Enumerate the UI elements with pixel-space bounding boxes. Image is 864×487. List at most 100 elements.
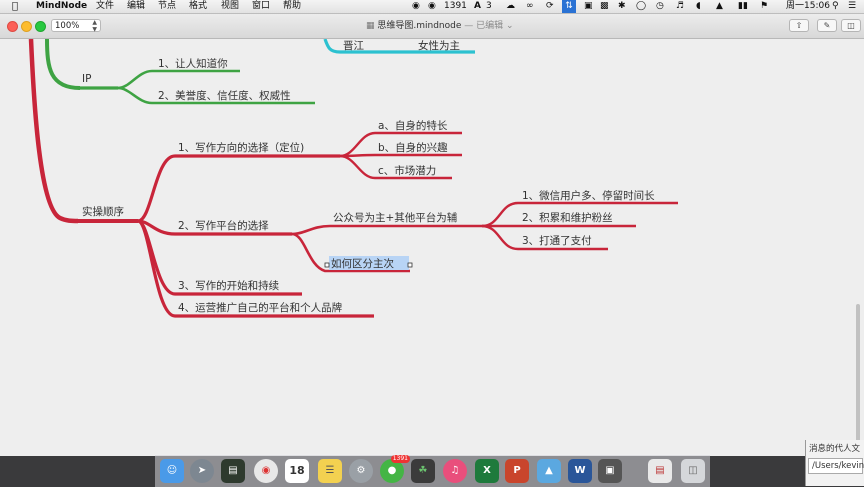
cloud-icon[interactable]: ☁ xyxy=(506,0,515,13)
evernote-icon[interactable]: ☘ xyxy=(411,459,435,483)
menu-help[interactable]: 帮助 xyxy=(283,0,301,13)
wechat-dock-icon[interactable]: ● 1391 xyxy=(380,455,410,483)
timemachine-icon[interactable]: ◷ xyxy=(656,0,664,13)
red-root-branch xyxy=(28,38,79,224)
document-filename: 思维导图.mindnode xyxy=(377,21,462,31)
share-icon: ⇧ xyxy=(795,21,803,30)
node-c2-sub-3[interactable]: 3、打通了支付 xyxy=(522,234,592,247)
branch-c1-b xyxy=(339,153,462,158)
style-button[interactable]: ✎ xyxy=(817,19,837,32)
calendar-day: 18 xyxy=(289,464,305,477)
node-ip-2[interactable]: 2、美誉度、信任度、权威性 xyxy=(158,89,291,102)
node-c4[interactable]: 4、运营推广自己的平台和个人品牌 xyxy=(178,301,343,314)
mindnode-window: 100% ▲ ▼ ▦ 思维导图.mindnode — 已编辑 ⌄ ⇧ ✎ ◫ 晋江… xyxy=(0,14,864,456)
zoom-button[interactable] xyxy=(35,21,46,32)
branch-c2-sub xyxy=(291,224,482,236)
menu-view[interactable]: 视图 xyxy=(221,0,239,13)
photo-booth-icon[interactable]: ▣ xyxy=(598,459,622,483)
wifi-icon[interactable]: ◖ xyxy=(696,0,701,13)
share-button[interactable]: ⇧ xyxy=(789,19,809,32)
node-c2-sub-2[interactable]: 2、积累和维护粉丝 xyxy=(522,211,613,224)
link-icon[interactable]: ∞ xyxy=(526,0,534,13)
menu-window[interactable]: 窗口 xyxy=(252,0,270,13)
battery-icon[interactable]: ▮▮ xyxy=(738,0,748,13)
menu-node[interactable]: 节点 xyxy=(158,0,176,13)
mindmap-svg: 晋江 女性为主 IP 1、让人知道你 2、美誉度、信任度、权威性 实操顺序 1、… xyxy=(28,38,678,318)
app-menu[interactable]: MindNode xyxy=(36,0,87,13)
zoom-value: 100% xyxy=(55,21,80,31)
excel-icon[interactable]: X xyxy=(475,459,499,483)
trash-icon[interactable]: ◫ xyxy=(681,459,705,483)
clock[interactable]: 周一15:06 xyxy=(786,0,830,13)
menu-file[interactable]: 文件 xyxy=(96,0,114,13)
calendar-icon[interactable]: 18 xyxy=(285,459,309,483)
branch-c1 xyxy=(137,154,340,223)
node-c1-c[interactable]: c、市场潜力 xyxy=(378,164,436,177)
music-icon[interactable]: ♫ xyxy=(443,459,467,483)
zoom-select[interactable]: 100% ▲ ▼ xyxy=(51,19,101,32)
airplay-icon[interactable]: ▲ xyxy=(716,0,723,13)
word-icon[interactable]: W xyxy=(568,459,592,483)
node-ip[interactable]: IP xyxy=(82,73,91,85)
node-shixu[interactable]: 实操顺序 xyxy=(82,205,124,218)
title-bar: 100% ▲ ▼ ▦ 思维导图.mindnode — 已编辑 ⌄ ⇧ ✎ ◫ xyxy=(0,14,864,39)
vertical-scrollbar[interactable] xyxy=(856,304,860,444)
ip-branch-1 xyxy=(117,69,240,90)
edited-status[interactable]: — 已编辑 xyxy=(464,21,503,31)
preview-icon[interactable]: ▤ xyxy=(648,459,672,483)
close-button[interactable] xyxy=(7,21,18,32)
input-method-icon[interactable]: A xyxy=(474,0,481,13)
terminal-line-2: /Users/kevinhe xyxy=(808,458,864,474)
launchpad-icon[interactable]: ➤ xyxy=(190,459,214,483)
status-circle-icon[interactable]: ◉ xyxy=(412,0,420,13)
stickies-icon[interactable]: ☰ xyxy=(318,459,342,483)
terminal-window[interactable]: 消息的代人文 /Users/kevinhe xyxy=(805,440,864,486)
node-c2-sub[interactable]: 公众号为主+其他平台为辅 xyxy=(333,211,458,224)
node-ip-1[interactable]: 1、让人知道你 xyxy=(158,57,228,70)
terminal-line-1: 消息的代人文 xyxy=(809,444,861,454)
node-c2-sub2[interactable]: 如何区分主次 xyxy=(331,257,394,270)
node-c3[interactable]: 3、写作的开始和持续 xyxy=(178,279,280,292)
system-preferences-icon[interactable]: ⚙ xyxy=(349,459,373,483)
minimize-button[interactable] xyxy=(21,21,32,32)
chevron-down-icon[interactable]: ⌄ xyxy=(506,21,514,31)
notification-icon[interactable]: ☰ xyxy=(848,0,856,13)
node-female[interactable]: 女性为主 xyxy=(418,39,460,52)
sync-icon[interactable]: ⟳ xyxy=(546,0,554,13)
inspector-button[interactable]: ◫ xyxy=(841,19,861,32)
green-root-branch xyxy=(45,38,81,90)
document-icon: ▦ xyxy=(366,21,375,31)
window-title: ▦ 思维导图.mindnode — 已编辑 ⌄ xyxy=(366,14,514,38)
wechat-count: 1391 xyxy=(444,1,467,11)
stepper-arrows-icon: ▲ ▼ xyxy=(92,19,97,33)
wechat-badge: 1391 xyxy=(390,455,410,463)
volume-icon[interactable]: ♬ xyxy=(676,0,684,13)
screen-icon[interactable]: ▩ xyxy=(600,0,609,13)
node-c2[interactable]: 2、写作平台的选择 xyxy=(178,219,269,232)
node-jinjiang[interactable]: 晋江 xyxy=(343,40,364,52)
mute-icon[interactable]: ◯ xyxy=(636,0,646,13)
maps-icon[interactable]: ▲ xyxy=(537,459,561,483)
menu-edit[interactable]: 编辑 xyxy=(127,0,145,13)
activity-monitor-icon[interactable]: ▤ xyxy=(221,459,245,483)
node-c2-sub-1[interactable]: 1、微信用户多、停留时间长 xyxy=(522,189,655,202)
chrome-icon[interactable]: ◉ xyxy=(254,459,278,483)
spotlight-icon[interactable]: ⚲ xyxy=(832,0,839,13)
doc-icon[interactable]: ▣ xyxy=(584,0,593,13)
transfer-icon[interactable]: ⇅ xyxy=(562,0,576,13)
flag-icon[interactable]: ⚑ xyxy=(760,0,768,13)
apple-icon[interactable]:  xyxy=(12,0,18,13)
selection-handle-right[interactable] xyxy=(407,262,413,268)
mindmap-canvas[interactable]: 晋江 女性为主 IP 1、让人知道你 2、美誉度、信任度、权威性 实操顺序 1、… xyxy=(0,38,864,456)
brush-icon: ✎ xyxy=(823,21,831,30)
node-c1-b[interactable]: b、自身的兴趣 xyxy=(378,141,448,154)
finder-icon[interactable]: ☺ xyxy=(160,459,184,483)
menu-format[interactable]: 格式 xyxy=(189,0,207,13)
sidebar-icon: ◫ xyxy=(847,21,855,30)
selection-handle-left[interactable] xyxy=(324,262,330,268)
wechat-icon[interactable]: ◉ xyxy=(428,0,436,13)
bluetooth-icon[interactable]: ✱ xyxy=(618,0,626,13)
node-c1-a[interactable]: a、自身的特长 xyxy=(378,119,448,132)
node-c1[interactable]: 1、写作方向的选择（定位) xyxy=(178,141,304,154)
powerpoint-icon[interactable]: P xyxy=(505,459,529,483)
